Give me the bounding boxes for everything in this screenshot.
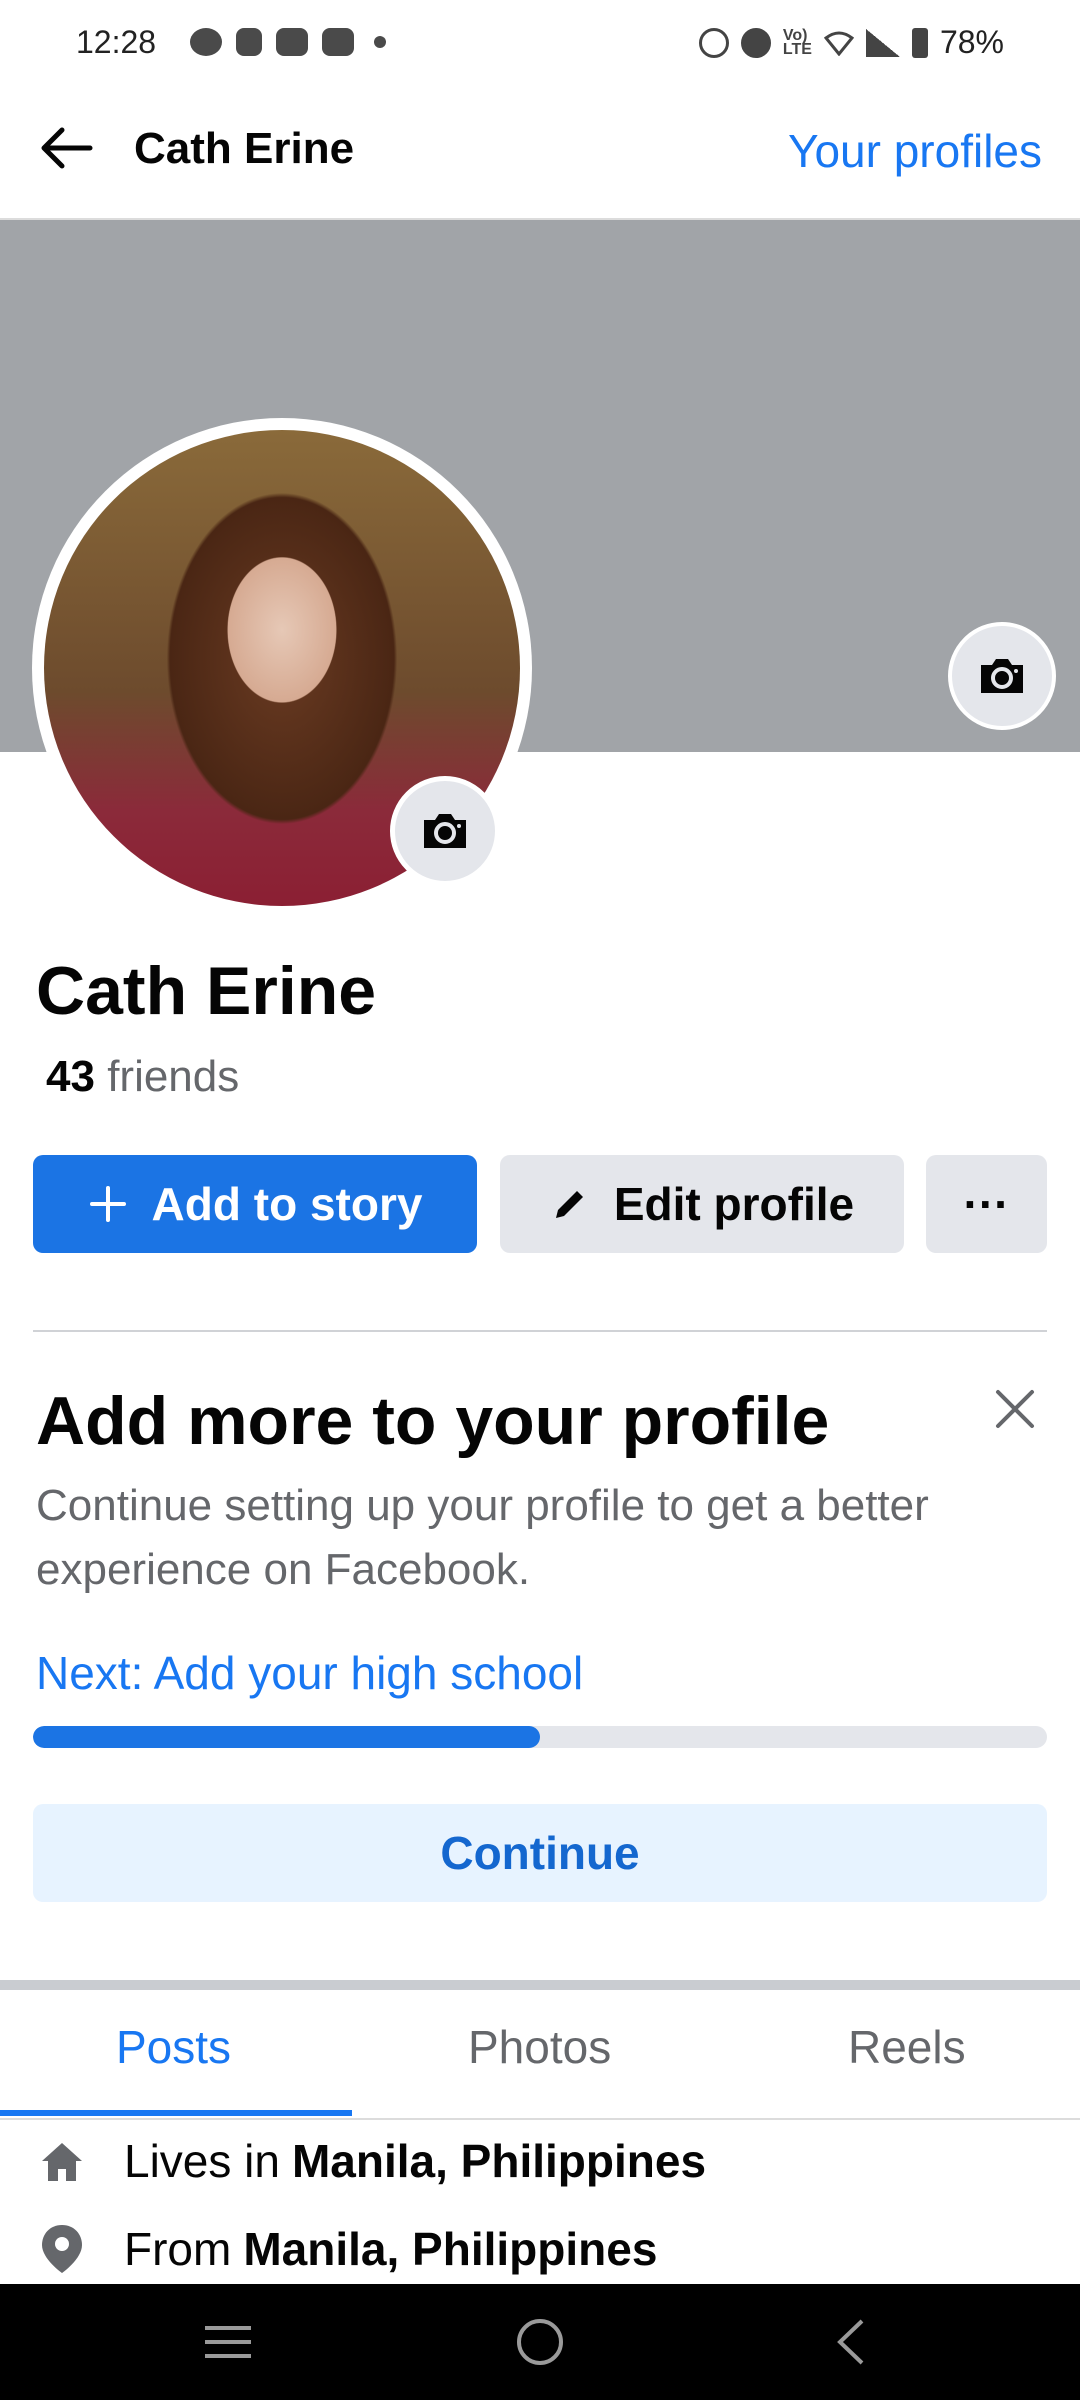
signal-icon: [865, 28, 900, 57]
next-step-link[interactable]: Next: Add your high school: [36, 1646, 583, 1700]
battery-percent: 78%: [939, 24, 1004, 60]
active-tab-indicator: [0, 2110, 352, 2116]
pencil-icon: [555, 1191, 583, 1218]
camera-icon: [424, 814, 466, 848]
back-button[interactable]: [822, 2312, 882, 2372]
chevron-left-icon: [837, 2319, 864, 2365]
edit-profile-button[interactable]: Edit profile: [500, 1155, 904, 1253]
continue-button[interactable]: Continue: [33, 1804, 1047, 1902]
lives-in-value: Manila, Philippines: [291, 2135, 707, 2187]
section-separator: [0, 1980, 1080, 1990]
profile-progress-bar: [33, 1726, 1047, 1748]
from-prefix: From: [124, 2223, 232, 2275]
shopee-icon: [236, 28, 262, 56]
location-pin-icon: [36, 2223, 88, 2275]
dnd-icon: [740, 27, 771, 58]
battery-icon: [911, 27, 928, 58]
your-profiles-link[interactable]: Your profiles: [788, 124, 1042, 178]
continue-label: Continue: [440, 1827, 640, 1879]
friends-label: friends: [107, 1052, 240, 1101]
friends-count[interactable]: 43 friends: [46, 1052, 239, 1102]
add-to-story-button[interactable]: Add to story: [33, 1155, 477, 1253]
lives-in-row: Lives in Manila, Philippines: [36, 2134, 706, 2188]
status-time: 12:28: [76, 24, 157, 60]
edit-profile-picture-button[interactable]: [390, 776, 500, 886]
system-status: Vo) LTE 78%: [698, 24, 1004, 61]
youtube-icon: [322, 28, 354, 56]
recent-apps-button[interactable]: [198, 2312, 258, 2372]
youtube-icon: [276, 28, 308, 56]
dot-icon: [374, 36, 386, 48]
home-icon: [36, 2135, 88, 2187]
tab-posts[interactable]: Posts: [116, 2020, 231, 2074]
camera-icon: [981, 659, 1023, 693]
header-title: Cath Erine: [134, 124, 355, 173]
tab-photos[interactable]: Photos: [468, 2020, 611, 2074]
circle-icon: [517, 2319, 563, 2365]
back-arrow-icon[interactable]: [36, 118, 96, 178]
volte-icon: Vo) LTE: [782, 26, 812, 58]
close-icon[interactable]: [994, 1388, 1036, 1430]
messenger-icon: [190, 28, 222, 56]
notification-icons: [190, 28, 386, 56]
from-value: Manila, Philippines: [243, 2223, 658, 2275]
add-to-story-label: Add to story: [151, 1178, 423, 1230]
home-button[interactable]: [510, 2312, 570, 2372]
edit-cover-button[interactable]: [948, 622, 1056, 730]
more-options-button[interactable]: ···: [926, 1155, 1047, 1253]
alarm-icon: [698, 27, 729, 58]
from-row: From Manila, Philippines: [36, 2222, 657, 2276]
progress-fill: [33, 1726, 540, 1748]
wifi-icon: [823, 31, 854, 56]
more-icon: ···: [963, 1178, 1010, 1230]
card-description: Continue setting up your profile to get …: [36, 1481, 929, 1594]
plus-icon: [89, 1186, 126, 1222]
profile-name: Cath Erine: [36, 953, 377, 1029]
menu-icon: [205, 2326, 251, 2358]
edit-profile-label: Edit profile: [613, 1178, 855, 1230]
card-title: Add more to your profile: [36, 1383, 830, 1459]
friends-number: 43: [46, 1052, 95, 1101]
tab-reels[interactable]: Reels: [848, 2020, 966, 2074]
lives-in-prefix: Lives in: [124, 2135, 280, 2187]
divider: [33, 1330, 1047, 1332]
